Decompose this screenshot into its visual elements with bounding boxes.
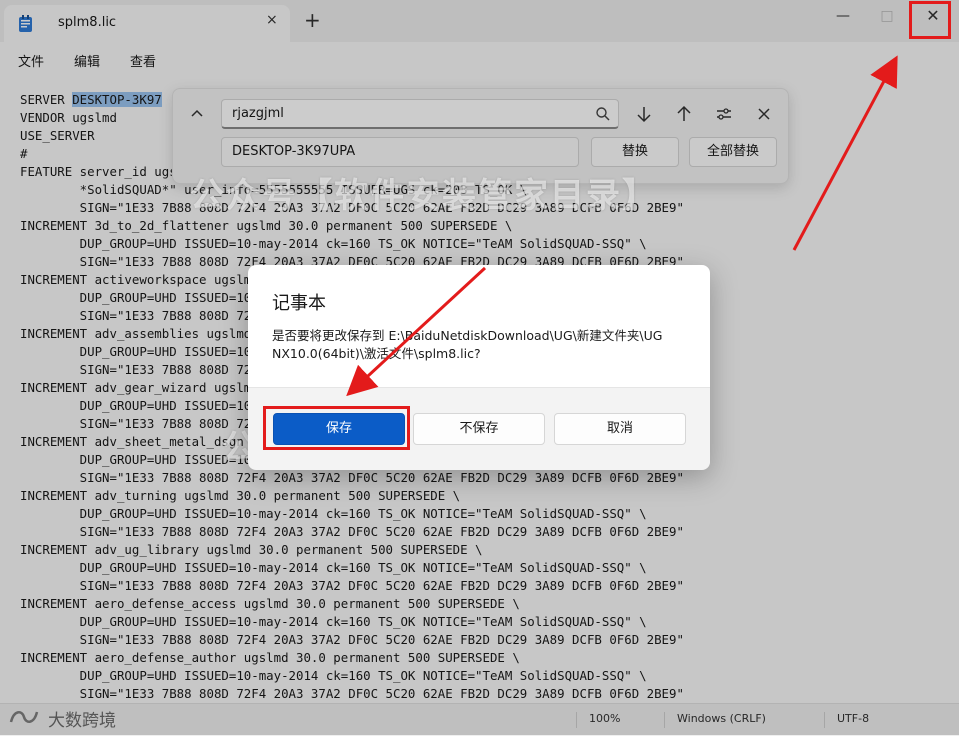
- arrow-to-close: [792, 55, 898, 251]
- annotation-arrows: [346, 55, 898, 397]
- brand-logo-text: 大数跨境: [48, 711, 116, 731]
- arrow-to-save: [346, 266, 487, 397]
- brand-logo-icon: [9, 711, 39, 723]
